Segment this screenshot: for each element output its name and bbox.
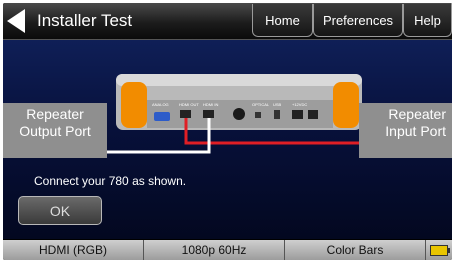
status-format[interactable]: 1080p 60Hz — [144, 240, 285, 260]
page-title: Installer Test — [37, 11, 133, 30]
main-panel: ANALOG HDMI OUT HDMI IN OPTICAL USB +12V… — [3, 40, 452, 239]
repeater-input-port-box: Repeater Input Port — [359, 103, 452, 158]
repeater-output-port-line2: Output Port — [19, 123, 91, 139]
repeater-input-port-line1: Repeater — [388, 106, 446, 122]
repeater-output-port-box: Repeater Output Port — [3, 103, 107, 158]
repeater-input-port-line2: Input Port — [385, 123, 446, 139]
device-label-usb: USB — [273, 102, 282, 107]
device-label-hdmi-in: HDMI IN — [203, 102, 218, 107]
status-pattern[interactable]: Color Bars — [285, 240, 426, 260]
preferences-button[interactable]: Preferences — [313, 4, 403, 37]
title-bar: Installer Test Home Preferences Help — [3, 3, 452, 40]
device-label-hdmi-out: HDMI OUT — [179, 102, 199, 107]
screen: Installer Test Home Preferences Help ANA… — [3, 3, 452, 260]
status-bar: HDMI (RGB) 1080p 60Hz Color Bars — [3, 240, 452, 260]
battery-icon — [430, 245, 450, 256]
repeater-output-port-line1: Repeater — [26, 106, 84, 122]
device-label-analog: ANALOG — [152, 102, 169, 107]
generator-device: ANALOG HDMI OUT HDMI IN OPTICAL USB +12V… — [116, 74, 362, 130]
back-arrow-icon[interactable] — [5, 8, 27, 34]
home-button[interactable]: Home — [252, 4, 313, 37]
status-interface[interactable]: HDMI (RGB) — [3, 240, 144, 260]
device-label-dc: +12VDC — [292, 102, 307, 107]
instruction-text: Connect your 780 as shown. — [34, 174, 187, 188]
ok-button[interactable]: OK — [18, 196, 102, 225]
help-button[interactable]: Help — [403, 4, 452, 37]
device-label-optical: OPTICAL — [252, 102, 270, 107]
